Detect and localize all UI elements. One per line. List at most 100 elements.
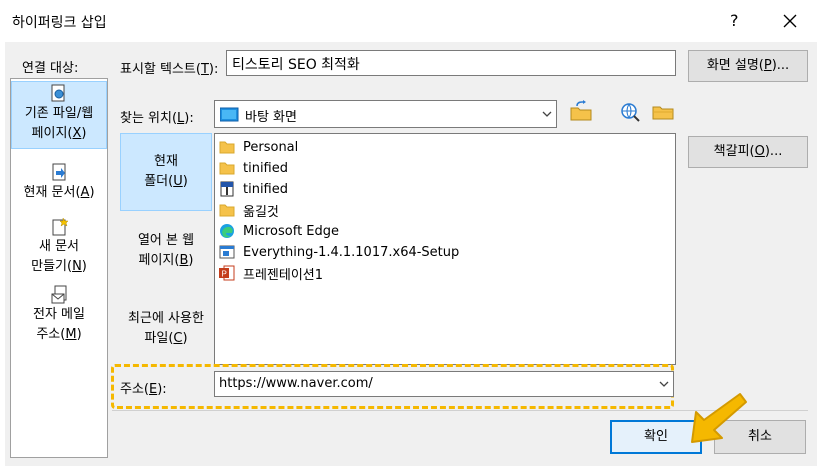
list-item[interactable]: Microsoft Edge bbox=[219, 221, 339, 241]
address-label-pre: 주소( bbox=[120, 382, 149, 397]
close-button[interactable] bbox=[775, 5, 805, 35]
accelerator-key: N bbox=[72, 259, 82, 274]
list-item[interactable]: Everything-1.4.1.1017.x64-Setup bbox=[219, 242, 459, 262]
browse-bar: 현재 폴더(U) 열어 본 웹 페이지(B) 최근에 사용한 파일(C) bbox=[120, 133, 214, 363]
accelerator-key: U bbox=[173, 174, 183, 189]
link-to-place-label: 현재 문서( bbox=[23, 185, 81, 200]
browse-file-button[interactable] bbox=[650, 100, 676, 124]
look-in-label-post: ): bbox=[184, 111, 194, 126]
list-item[interactable]: tinified bbox=[219, 158, 288, 178]
new-document-line2: 만들기( bbox=[31, 259, 73, 274]
address-label-post: ): bbox=[157, 382, 167, 397]
browse-web-button[interactable] bbox=[618, 100, 644, 124]
look-in-label-pre: 찾는 위치( bbox=[120, 111, 178, 126]
screentip-label-pre: 화면 설명( bbox=[706, 58, 764, 73]
chevron-down-icon bbox=[542, 111, 552, 117]
accelerator-key: T bbox=[200, 62, 209, 77]
email-line2: 주소( bbox=[36, 327, 66, 342]
look-in-dropdown-arrow[interactable] bbox=[536, 101, 556, 127]
accelerator-key: C bbox=[173, 331, 183, 346]
file-list[interactable]: Personal tinified tinified 옮길것 Microsoft… bbox=[214, 133, 676, 365]
file-name: tinified bbox=[243, 160, 288, 176]
browse-browsed-pages[interactable]: 열어 본 웹 페이지(B) bbox=[120, 231, 212, 277]
list-item[interactable]: 옮길것 bbox=[219, 200, 279, 220]
label-tail: ) bbox=[188, 253, 194, 268]
bookmark-label-post: )... bbox=[764, 144, 783, 159]
bookmark-label-pre: 책갈피( bbox=[713, 144, 755, 159]
zip-icon bbox=[220, 181, 234, 197]
label-tail: ) bbox=[81, 259, 87, 274]
file-name: tinified bbox=[243, 181, 288, 197]
powerpoint-icon: P bbox=[219, 265, 235, 281]
installer-icon bbox=[219, 245, 235, 259]
label-tail: ) bbox=[182, 174, 188, 189]
annotation-arrow bbox=[670, 390, 750, 450]
file-name: Microsoft Edge bbox=[243, 223, 340, 239]
link-to-place-in-document[interactable]: 현재 문서(A) bbox=[11, 163, 107, 209]
screentip-label-post: )... bbox=[771, 58, 790, 73]
link-to-new-document[interactable]: 새 문서 만들기(N) bbox=[11, 217, 107, 279]
display-text-label-post: ): bbox=[208, 62, 219, 77]
look-in-value: 바탕 화면 bbox=[245, 110, 297, 125]
folder-icon bbox=[219, 204, 235, 217]
label-tail: ) bbox=[182, 331, 188, 346]
recent-files-line1: 최근에 사용한 bbox=[128, 311, 204, 326]
file-name: Everything-1.4.1.1017.x64-Setup bbox=[243, 244, 460, 260]
email-icon bbox=[51, 285, 67, 304]
list-item[interactable]: Personal bbox=[219, 137, 298, 157]
link-to-existing-file[interactable]: 기존 파일/웹 페이지(X) bbox=[11, 81, 107, 149]
display-text-label: 표시할 텍스트(T): bbox=[120, 58, 218, 77]
browse-recent-files[interactable]: 최근에 사용한 파일(C) bbox=[120, 309, 212, 355]
accelerator-key: E bbox=[149, 382, 158, 397]
link-to-label: 연결 대상: bbox=[22, 61, 79, 76]
label-tail: ) bbox=[81, 126, 87, 141]
svg-text:P: P bbox=[222, 270, 227, 279]
link-to-bar: 기존 파일/웹 페이지(X) 현재 문서(A) 새 문서 만들기(N) 전자 메… bbox=[10, 78, 108, 458]
new-document-line1: 새 문서 bbox=[38, 239, 79, 254]
browsed-pages-line2: 페이지( bbox=[138, 253, 180, 268]
folder-icon bbox=[219, 162, 235, 175]
browse-web-icon bbox=[621, 103, 640, 122]
link-to-existing-file-line2: 페이지( bbox=[31, 126, 73, 141]
close-icon bbox=[783, 14, 797, 28]
new-document-icon bbox=[52, 217, 68, 236]
existing-file-web-icon bbox=[51, 84, 65, 102]
screentip-button[interactable]: 화면 설명(P)... bbox=[688, 50, 808, 82]
pointing-arrow-icon bbox=[691, 393, 747, 443]
accelerator-key: M bbox=[65, 327, 77, 342]
file-name: Personal bbox=[243, 139, 299, 155]
browse-current-folder[interactable]: 현재 폴더(U) bbox=[120, 133, 212, 211]
current-folder-line1: 현재 bbox=[154, 154, 178, 169]
edge-icon bbox=[220, 224, 234, 238]
accelerator-key: O bbox=[754, 144, 765, 159]
recent-files-line2: 파일( bbox=[144, 331, 174, 346]
link-to-existing-file-line1: 기존 파일/웹 bbox=[24, 106, 94, 121]
display-text-label-pre: 표시할 텍스트( bbox=[120, 62, 201, 77]
list-item[interactable]: P 프레젠테이션1 bbox=[219, 263, 323, 283]
up-folder-button[interactable] bbox=[568, 100, 594, 124]
list-item[interactable]: tinified bbox=[219, 179, 288, 199]
bookmark-button[interactable]: 책갈피(O)... bbox=[688, 136, 808, 168]
look-in-label: 찾는 위치(L): bbox=[120, 107, 194, 126]
look-in-dropdown[interactable]: 바탕 화면 bbox=[214, 100, 557, 128]
folder-icon bbox=[219, 141, 235, 154]
file-name: 프레젠테이션1 bbox=[243, 267, 324, 283]
document-place-icon bbox=[52, 163, 66, 181]
dialog-title: 하이퍼링크 삽입 bbox=[12, 15, 107, 31]
address-input[interactable]: https://www.naver.com/ bbox=[214, 371, 674, 397]
label-tail: ) bbox=[89, 185, 95, 200]
accelerator-key: P bbox=[763, 58, 772, 73]
current-folder-line2: 폴더( bbox=[144, 174, 174, 189]
address-label: 주소(E): bbox=[120, 378, 167, 397]
desktop-icon bbox=[220, 107, 239, 122]
browse-file-icon bbox=[652, 106, 674, 120]
label-tail: ) bbox=[76, 327, 82, 342]
file-name: 옮길것 bbox=[243, 204, 279, 220]
help-button[interactable]: ? bbox=[730, 11, 739, 30]
link-to-email-address[interactable]: 전자 메일 주소(M) bbox=[11, 285, 107, 347]
display-text-input[interactable]: 티스토리 SEO 최적화 bbox=[226, 50, 676, 76]
address-value: https://www.naver.com/ bbox=[219, 376, 373, 391]
browsed-pages-line1: 열어 본 웹 bbox=[137, 233, 195, 248]
email-line1: 전자 메일 bbox=[33, 307, 85, 322]
up-one-folder-icon bbox=[570, 100, 592, 121]
